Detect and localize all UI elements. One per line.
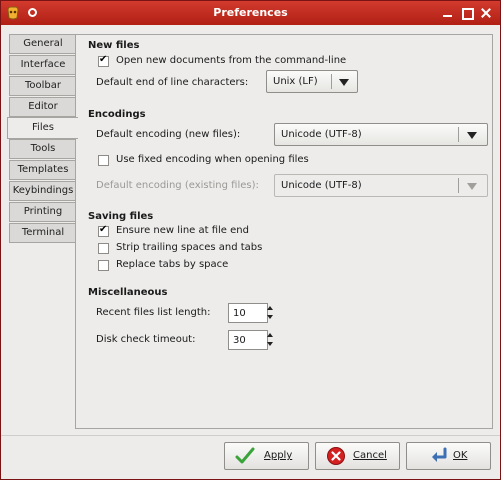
maximize-button[interactable]	[460, 6, 474, 20]
disk-check-stepper[interactable]	[266, 330, 273, 350]
minimize-button[interactable]	[441, 6, 455, 20]
open-new-docs-checkbox[interactable]	[98, 54, 109, 67]
cancel-icon	[327, 447, 345, 465]
chevron-down-icon	[467, 183, 477, 190]
disk-check-spinner[interactable]: 30	[228, 330, 268, 350]
apply-button[interactable]: Apply	[224, 442, 309, 470]
ok-label: OK	[453, 450, 468, 461]
ok-enter-icon	[432, 447, 447, 462]
checkmark-icon	[235, 447, 255, 464]
tab-templates[interactable]: Templates	[9, 160, 76, 180]
ok-button[interactable]: OK	[406, 442, 491, 470]
default-encoding-existing-label: Default encoding (existing files):	[96, 180, 259, 191]
tab-toolbar[interactable]: Toolbar	[9, 76, 76, 96]
use-fixed-encoding-checkbox[interactable]	[98, 155, 109, 166]
tab-interface[interactable]: Interface	[9, 55, 76, 75]
replace-tabs-checkbox[interactable]	[98, 260, 109, 271]
stepper-up-icon[interactable]	[267, 306, 273, 310]
eol-value: Unix (LF)	[273, 76, 318, 87]
recent-files-label: Recent files list length:	[96, 307, 211, 318]
section-misc-title: Miscellaneous	[88, 287, 168, 298]
recent-files-value: 10	[233, 308, 246, 319]
stepper-down-icon[interactable]	[267, 315, 273, 319]
default-encoding-new-value: Unicode (UTF-8)	[281, 129, 362, 140]
cancel-label: Cancel	[353, 450, 387, 461]
button-separator	[1, 435, 500, 436]
section-encodings-title: Encodings	[88, 109, 146, 120]
open-new-docs-label: Open new documents from the command-line	[116, 55, 347, 66]
stepper-up-icon[interactable]	[267, 333, 273, 337]
window-title: Preferences	[213, 6, 288, 19]
section-saving-files-title: Saving files	[88, 211, 154, 222]
files-panel: New files Open new documents from the co…	[75, 34, 493, 429]
tab-terminal[interactable]: Terminal	[9, 223, 76, 243]
stepper-down-icon[interactable]	[267, 342, 273, 346]
title-bar[interactable]: Preferences	[1, 1, 500, 25]
strip-trailing-checkbox[interactable]	[98, 243, 109, 254]
disk-check-value: 30	[233, 335, 246, 346]
default-encoding-new-label: Default encoding (new files):	[96, 129, 241, 140]
chevron-down-icon	[339, 79, 349, 86]
use-fixed-encoding-label: Use fixed encoding when opening files	[116, 154, 309, 165]
eol-label: Default end of line characters:	[96, 77, 249, 88]
default-encoding-existing-value: Unicode (UTF-8)	[281, 180, 362, 191]
strip-trailing-label: Strip trailing spaces and tabs	[116, 242, 263, 253]
tab-editor[interactable]: Editor	[9, 97, 76, 117]
ensure-newline-checkbox[interactable]	[98, 224, 109, 237]
disk-check-label: Disk check timeout:	[96, 334, 196, 345]
apply-label: Apply	[264, 450, 293, 461]
preferences-window: Preferences General Interface Toolbar Ed…	[0, 0, 501, 480]
default-encoding-existing-combo[interactable]: Unicode (UTF-8)	[274, 174, 488, 197]
tab-tools[interactable]: Tools	[9, 139, 76, 159]
ensure-newline-label: Ensure new line at file end	[116, 225, 249, 236]
tab-general[interactable]: General	[9, 34, 76, 54]
tab-files[interactable]: Files	[7, 117, 78, 139]
tab-printing[interactable]: Printing	[9, 202, 76, 222]
default-encoding-new-combo[interactable]: Unicode (UTF-8)	[274, 123, 488, 146]
recent-files-spinner[interactable]: 10	[228, 303, 268, 323]
section-new-files-title: New files	[88, 40, 140, 51]
close-button[interactable]	[479, 6, 493, 20]
chevron-down-icon	[467, 132, 477, 139]
cancel-button[interactable]: Cancel	[315, 442, 400, 470]
tab-keybindings[interactable]: Keybindings	[9, 181, 76, 201]
replace-tabs-label: Replace tabs by space	[116, 259, 229, 270]
recent-files-stepper[interactable]	[266, 303, 273, 323]
eol-combo[interactable]: Unix (LF)	[266, 70, 358, 93]
